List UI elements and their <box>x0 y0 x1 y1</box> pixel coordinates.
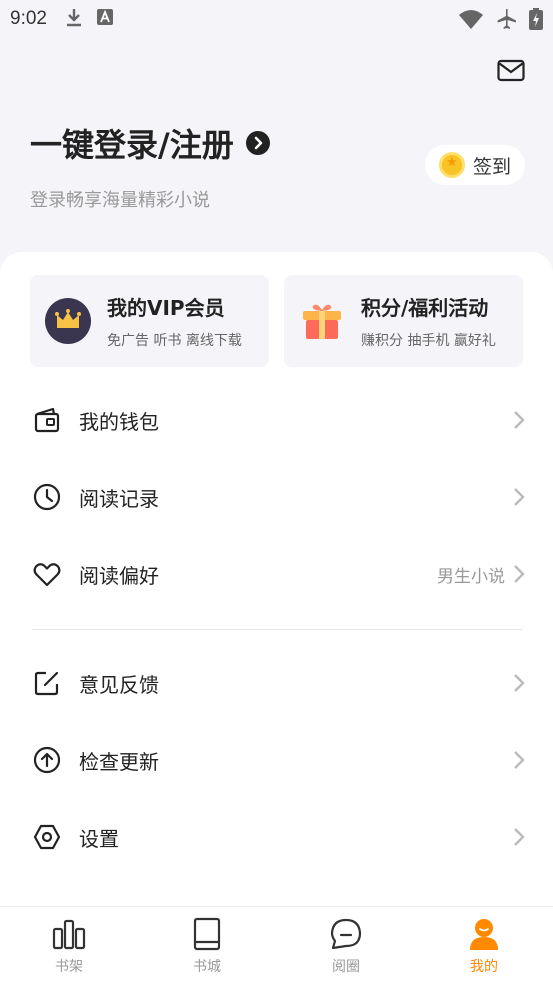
tab-mine[interactable]: 我的 <box>444 907 524 984</box>
menu-item-settings[interactable]: 设置 <box>0 807 553 867</box>
points-activity-card[interactable]: 积分/福利活动 赚积分 抽手机 赢好礼 <box>284 275 523 367</box>
menu-item-check-update[interactable]: 检查更新 <box>0 730 553 790</box>
signin-button[interactable]: 签到 <box>425 145 525 185</box>
chevron-right-icon <box>514 828 525 846</box>
menu-divider <box>32 629 523 630</box>
vip-membership-card[interactable]: 我的VIP会员 免广告 听书 离线下载 <box>30 275 269 367</box>
profile-page: 9:02 一键登录/注册 登录畅享海量精彩小说 签到 <box>0 0 553 984</box>
vip-text: 我的VIP会员 免广告 听书 离线下载 <box>107 292 242 350</box>
menu-label-wallet: 我的钱包 <box>79 409 159 434</box>
chat-icon <box>330 918 362 950</box>
coin-icon <box>439 152 465 178</box>
signin-label: 签到 <box>473 155 512 178</box>
status-indicators <box>459 8 543 34</box>
book-icon <box>193 917 221 951</box>
points-desc: 赚积分 抽手机 赢好礼 <box>361 333 496 349</box>
tab-label-mine: 我的 <box>470 959 498 975</box>
points-text: 积分/福利活动 赚积分 抽手机 赢好礼 <box>361 292 496 350</box>
tab-bookshelf[interactable]: 书架 <box>29 907 109 984</box>
tab-reading-circle[interactable]: 阅圈 <box>306 907 386 984</box>
chevron-right-icon <box>514 751 525 769</box>
menu-item-reading-preference[interactable]: 阅读偏好 男生小说 <box>0 544 553 604</box>
font-icon <box>96 9 113 29</box>
content-card: 我的VIP会员 免广告 听书 离线下载 积分/福利活动 赚积分 抽手机 赢好礼 … <box>0 252 553 908</box>
person-icon <box>470 919 498 950</box>
mail-button[interactable] <box>497 58 525 84</box>
gift-icon <box>299 298 345 344</box>
status-bar: 9:02 <box>0 0 553 38</box>
menu-item-reading-history[interactable]: 阅读记录 <box>0 467 553 527</box>
menu-item-feedback[interactable]: 意见反馈 <box>0 653 553 713</box>
hexagon-settings-icon <box>33 824 61 850</box>
clock-icon <box>33 483 61 511</box>
chevron-right-circle-icon <box>245 131 270 155</box>
mail-icon <box>497 59 525 82</box>
heart-icon <box>33 563 61 587</box>
login-subtitle: 登录畅享海量精彩小说 <box>30 190 210 211</box>
menu-value-reading-preference: 男生小说 <box>437 566 505 587</box>
vip-desc: 免广告 听书 离线下载 <box>107 333 242 349</box>
vip-title: 我的VIP会员 <box>107 296 225 320</box>
status-time: 9:02 <box>10 8 47 29</box>
tab-label-bookshelf: 书架 <box>55 959 83 975</box>
tab-label-bookstore: 书城 <box>193 959 221 975</box>
menu-label-feedback: 意见反馈 <box>79 672 159 697</box>
menu-item-wallet[interactable]: 我的钱包 <box>0 390 553 450</box>
login-title: 一键登录/注册 <box>30 126 234 164</box>
battery-icon <box>529 8 543 34</box>
bottom-tab-bar: 书架 书城 阅圈 我的 <box>0 906 553 984</box>
chevron-right-icon <box>514 565 525 583</box>
tab-bookstore[interactable]: 书城 <box>167 907 247 984</box>
points-title: 积分/福利活动 <box>361 296 489 320</box>
bookshelf-icon <box>52 919 86 950</box>
chevron-right-icon <box>514 488 525 506</box>
menu-label-settings: 设置 <box>79 826 119 851</box>
chevron-right-icon <box>514 411 525 429</box>
menu-label-check-update: 检查更新 <box>79 749 159 774</box>
menu-label-reading-preference: 阅读偏好 <box>79 563 159 588</box>
wallet-icon <box>34 407 60 433</box>
chevron-right-icon <box>514 674 525 692</box>
download-icon <box>65 7 83 31</box>
wifi-icon <box>459 9 483 33</box>
upload-icon <box>33 746 61 774</box>
crown-icon <box>45 298 91 344</box>
tab-label-reading-circle: 阅圈 <box>332 959 360 975</box>
menu-label-reading-history: 阅读记录 <box>79 486 159 511</box>
login-register-link[interactable]: 一键登录/注册 <box>30 120 270 166</box>
airplane-icon <box>495 8 517 34</box>
edit-icon <box>34 671 59 696</box>
